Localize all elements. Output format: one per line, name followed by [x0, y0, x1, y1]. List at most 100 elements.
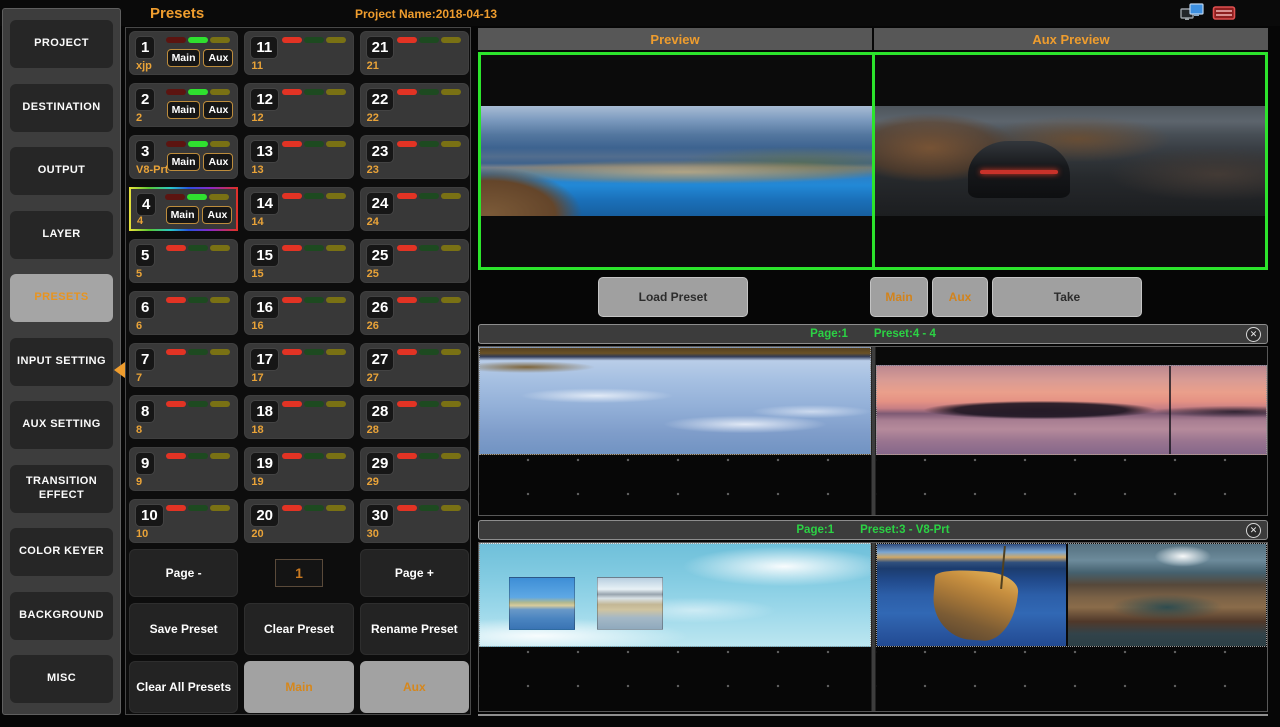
preset-cell-12[interactable]: 12 12 — [244, 83, 353, 127]
preset-cell-6[interactable]: 6 6 — [129, 291, 238, 335]
led-dimgreen-indicator — [188, 401, 208, 407]
page-number-input[interactable] — [275, 559, 323, 587]
led-dimyellow-indicator — [210, 505, 230, 511]
keyboard-icon[interactable] — [1212, 3, 1236, 22]
preset-number-badge: 12 — [250, 88, 279, 111]
screen-1-canvas — [479, 543, 871, 711]
preset-target-main-button[interactable]: Main — [244, 661, 353, 713]
preset-name-label: 10 — [136, 528, 148, 540]
sidebar-collapse-arrow-icon[interactable] — [114, 362, 125, 378]
preset-cell-17[interactable]: 17 17 — [244, 343, 353, 387]
preset-cell-3[interactable]: 3 V8-Prt MainAux — [129, 135, 238, 179]
preset-cell-19[interactable]: 19 19 — [244, 447, 353, 491]
sidebar-item-transition-effect[interactable]: TRANSITION EFFECT — [10, 465, 113, 513]
sidebar-item-presets[interactable]: PRESETS — [10, 274, 113, 322]
clear-all-presets-button[interactable]: Clear All Presets — [129, 661, 238, 713]
preset-cell-13[interactable]: 13 13 — [244, 135, 353, 179]
preview-panel: Preview Aux Preview Load Preset Main Aux… — [478, 28, 1268, 720]
take-aux-button[interactable]: Aux — [932, 277, 988, 317]
preset-cell-5[interactable]: 5 5 — [129, 239, 238, 283]
led-dimyellow-indicator — [326, 297, 346, 303]
preset-cell-29[interactable]: 29 29 — [360, 447, 469, 491]
take-main-button[interactable]: Main — [870, 277, 928, 317]
preset-cell-25[interactable]: 25 25 — [360, 239, 469, 283]
save-preset-button[interactable]: Save Preset — [129, 603, 238, 655]
preset-cell-9[interactable]: 9 9 — [129, 447, 238, 491]
close-icon[interactable]: ✕ — [1246, 523, 1261, 538]
preset-cell-2[interactable]: 2 2 MainAux — [129, 83, 238, 127]
preset-number-badge: 19 — [250, 452, 279, 475]
led-green-indicator — [188, 89, 208, 95]
preset-led-indicators — [166, 505, 230, 511]
preview-window-1-page-label: Page:1 — [810, 328, 848, 340]
sidebar-item-layer[interactable]: LAYER — [10, 211, 113, 259]
preset-aux-button[interactable]: Aux — [203, 101, 233, 119]
take-button[interactable]: Take — [992, 277, 1142, 317]
preset-cell-18[interactable]: 18 18 — [244, 395, 353, 439]
led-red-indicator — [397, 505, 417, 511]
preset-aux-button[interactable]: Aux — [203, 49, 233, 67]
led-dimgreen-indicator — [304, 89, 324, 95]
load-preset-button[interactable]: Load Preset — [598, 277, 748, 317]
preset-main-button[interactable]: Main — [167, 153, 201, 171]
rename-preset-button[interactable]: Rename Preset — [360, 603, 469, 655]
app-window: Presets Project Name:2018-04-13 PROJECTD… — [0, 0, 1280, 727]
layer-image-pair — [876, 543, 1268, 647]
preset-cell-21[interactable]: 21 21 — [360, 31, 469, 75]
page-number-cell — [244, 549, 353, 597]
preset-main-button[interactable]: Main — [167, 101, 201, 119]
led-dimgreen-indicator — [304, 453, 324, 459]
close-icon[interactable]: ✕ — [1246, 327, 1261, 342]
page-minus-button[interactable]: Page - — [129, 549, 238, 597]
preset-number-badge: 21 — [366, 36, 395, 59]
preset-main-button[interactable]: Main — [167, 49, 201, 67]
preset-cell-14[interactable]: 14 14 — [244, 187, 353, 231]
sidebar-item-color-keyer[interactable]: COLOR KEYER — [10, 528, 113, 576]
preset-cell-10[interactable]: 10 10 — [129, 499, 238, 543]
page-plus-button[interactable]: Page + — [360, 549, 469, 597]
preset-cell-23[interactable]: 23 23 — [360, 135, 469, 179]
sidebar-item-input-setting[interactable]: INPUT SETTING — [10, 338, 113, 386]
preset-name-label: 16 — [251, 320, 263, 332]
sidebar-item-destination[interactable]: DESTINATION — [10, 84, 113, 132]
led-dimgreen-indicator — [304, 245, 324, 251]
led-dimgreen-indicator — [419, 505, 439, 511]
preset-target-aux-button[interactable]: Aux — [360, 661, 469, 713]
preset-cell-15[interactable]: 15 15 — [244, 239, 353, 283]
preset-cell-22[interactable]: 22 22 — [360, 83, 469, 127]
preset-aux-button[interactable]: Aux — [203, 153, 233, 171]
preset-number-badge: 23 — [366, 140, 395, 163]
preset-main-button[interactable]: Main — [166, 206, 200, 224]
sidebar-item-aux-setting[interactable]: AUX SETTING — [10, 401, 113, 449]
preset-name-label: 30 — [367, 528, 379, 540]
preset-cell-4[interactable]: 4 4 MainAux — [129, 187, 238, 231]
preset-number-badge: 25 — [366, 244, 395, 267]
preset-number-badge: 15 — [250, 244, 279, 267]
sidebar-item-background[interactable]: BACKGROUND — [10, 592, 113, 640]
preset-cell-7[interactable]: 7 7 — [129, 343, 238, 387]
preset-cell-20[interactable]: 20 20 — [244, 499, 353, 543]
preset-aux-button[interactable]: Aux — [202, 206, 232, 224]
preset-cell-1[interactable]: 1 xjp MainAux — [129, 31, 238, 75]
led-dimgreen-indicator — [304, 349, 324, 355]
sidebar-item-output[interactable]: OUTPUT — [10, 147, 113, 195]
preset-number-badge: 24 — [366, 192, 395, 215]
preview-window-1-canvas — [478, 346, 1268, 516]
dual-monitor-icon[interactable] — [1180, 3, 1204, 22]
preset-cell-16[interactable]: 16 16 — [244, 291, 353, 335]
led-dimgreen-indicator — [304, 401, 324, 407]
preset-cell-27[interactable]: 27 27 — [360, 343, 469, 387]
preset-name-label: 23 — [367, 164, 379, 176]
sidebar-item-misc[interactable]: MISC — [10, 655, 113, 703]
preset-cell-11[interactable]: 11 11 — [244, 31, 353, 75]
preset-cell-30[interactable]: 30 30 — [360, 499, 469, 543]
sidebar-item-project[interactable]: PROJECT — [10, 20, 113, 68]
preset-cell-24[interactable]: 24 24 — [360, 187, 469, 231]
preset-led-indicators — [282, 297, 346, 303]
preset-panel: 1 xjp MainAux 2 2 MainAux 3 V8-Prt MainA… — [125, 27, 471, 715]
preset-cell-8[interactable]: 8 8 — [129, 395, 238, 439]
preset-cell-28[interactable]: 28 28 — [360, 395, 469, 439]
clear-preset-button[interactable]: Clear Preset — [244, 603, 353, 655]
preset-cell-26[interactable]: 26 26 — [360, 291, 469, 335]
led-red-indicator — [282, 505, 302, 511]
